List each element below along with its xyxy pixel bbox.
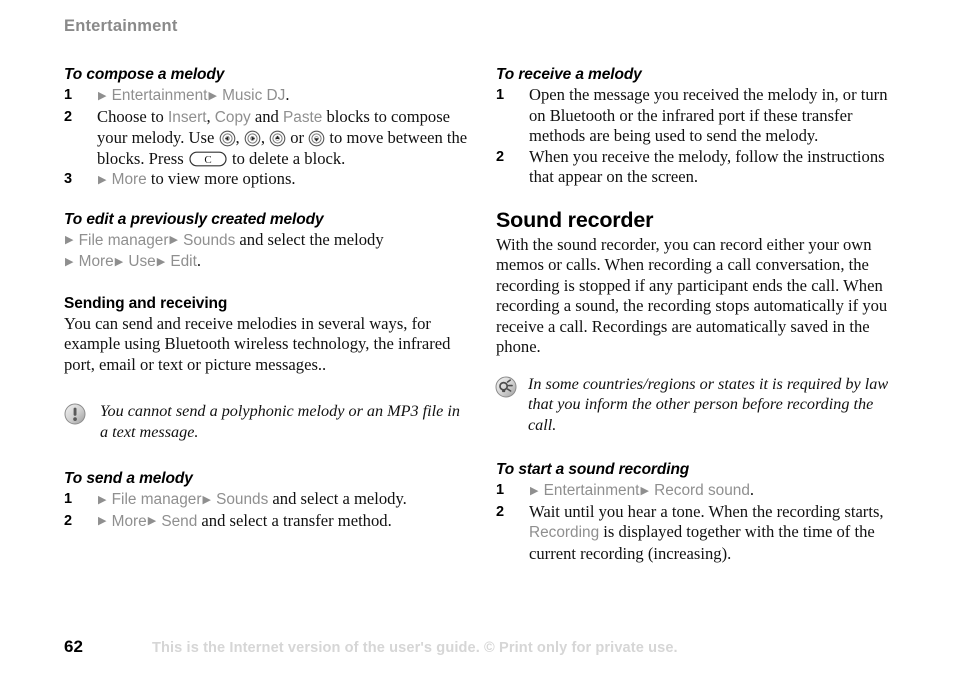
procedure-line: ▶ More▶ Use▶ Edit. bbox=[65, 251, 202, 270]
ui-term: Use bbox=[128, 253, 156, 270]
tip-bulb-icon bbox=[495, 376, 517, 398]
ui-term: Entertainment bbox=[543, 482, 640, 499]
menu-arrow-icon: ▶ bbox=[147, 515, 157, 527]
ui-term: Sounds bbox=[216, 491, 269, 508]
steps-send-melody: 1 ▶ File manager▶ Sounds and select a mel… bbox=[64, 489, 468, 532]
ui-term: Send bbox=[161, 512, 198, 530]
step-number: 2 bbox=[496, 148, 505, 165]
step-number: 2 bbox=[64, 108, 73, 125]
ui-term: Entertainment bbox=[111, 87, 208, 104]
menu-arrow-icon: ▶ bbox=[202, 493, 211, 506]
menu-arrow-icon: ▶ bbox=[65, 255, 74, 268]
ui-term: More bbox=[111, 512, 147, 530]
procedure-step: 1 ▶ Entertainment▶ Music DJ. bbox=[64, 85, 290, 104]
menu-arrow-icon: ▶ bbox=[156, 255, 166, 268]
procedure-title-send-melody: To send a melody bbox=[64, 470, 193, 487]
right-column: To receive a melody 1 Open the message yo… bbox=[495, 66, 900, 564]
steps-receive-melody: 1 Open the message you received the melod… bbox=[496, 85, 900, 188]
menu-arrow-icon: ▶ bbox=[98, 515, 107, 527]
procedure-step: 3 ▶ More to view more options. bbox=[64, 169, 296, 188]
steps-compose-melody: 1 ▶ Entertainment▶ Music DJ. 2 Choose to In… bbox=[64, 85, 468, 191]
ui-term: Paste bbox=[283, 108, 323, 126]
ui-term: Insert bbox=[168, 108, 207, 126]
ui-term: File manager bbox=[111, 491, 202, 508]
user-guide-page: Entertainment To compose a melody 1 ▶ Ent… bbox=[0, 0, 954, 677]
procedure-step: 2 ▶ More▶ Send and select a transfer meth… bbox=[64, 510, 392, 530]
procedure-title-compose-melody: To compose a melody bbox=[64, 66, 225, 83]
step-number: 1 bbox=[64, 87, 73, 103]
step-number: 1 bbox=[496, 87, 505, 103]
ui-term: Music DJ bbox=[222, 87, 286, 104]
ui-term: Edit bbox=[170, 253, 197, 270]
left-column: To compose a melody 1 ▶ Entertainment▶ Mu… bbox=[64, 66, 468, 532]
procedure-step: 1 Open the message you received the melod… bbox=[496, 85, 888, 145]
note-text: You cannot send a polyphonic melody or a… bbox=[100, 402, 460, 441]
note-polyphonic-melody: You cannot send a polyphonic melody or a… bbox=[64, 401, 468, 442]
procedure-title-edit-melody: To edit a previously created melody bbox=[64, 210, 324, 228]
page-number: 62 bbox=[64, 637, 83, 656]
footer-notice: This is the Internet version of the user… bbox=[152, 640, 678, 656]
step-number: 3 bbox=[64, 171, 73, 187]
ui-term: Record sound bbox=[654, 482, 750, 499]
procedure-title-receive-melody: To receive a melody bbox=[496, 66, 642, 83]
procedure-step: 2 Wait until you hear a tone. When the re… bbox=[496, 501, 884, 563]
nav-key-left-icon bbox=[219, 130, 236, 147]
exclamation-note-icon bbox=[64, 403, 86, 425]
menu-arrow-icon: ▶ bbox=[98, 89, 107, 102]
procedure-line: ▶ File manager▶ Sounds and select the me… bbox=[65, 229, 384, 249]
procedure-step: 1 ▶ Entertainment▶ Record sound. bbox=[496, 480, 755, 499]
procedure-title-start-sound-recording: To start a sound recording bbox=[496, 461, 690, 478]
page-footer: 62 This is the Internet version of the u… bbox=[0, 637, 954, 659]
step-number: 2 bbox=[64, 512, 73, 529]
running-header: Entertainment bbox=[64, 17, 178, 35]
step-number: 1 bbox=[496, 482, 505, 498]
section-title-sound-recorder: Sound recorder bbox=[496, 207, 654, 232]
paragraph-sound-recorder: With the sound recorder, you can record … bbox=[496, 234, 888, 357]
ui-term: More bbox=[111, 171, 147, 188]
ui-term: File manager bbox=[78, 231, 169, 249]
menu-arrow-icon: ▶ bbox=[65, 234, 74, 246]
tip-text: In some countries/regions or states it i… bbox=[528, 374, 889, 434]
tip-recording-law: In some countries/regions or states it i… bbox=[495, 374, 900, 436]
step-number: 1 bbox=[64, 491, 73, 507]
ui-term: Copy bbox=[214, 108, 251, 126]
clear-key-icon: C bbox=[189, 151, 227, 167]
menu-arrow-icon: ▶ bbox=[98, 173, 107, 186]
paragraph-sending-receiving: You can send and receive melodies in sev… bbox=[64, 313, 451, 374]
ui-term: Sounds bbox=[183, 231, 236, 249]
menu-arrow-icon: ▶ bbox=[98, 493, 107, 506]
menu-arrow-icon: ▶ bbox=[640, 484, 649, 497]
procedure-step: 2 When you receive the melody, follow the… bbox=[496, 146, 885, 187]
procedure-step: 1 ▶ File manager▶ Sounds and select a mel… bbox=[64, 489, 407, 508]
procedure-step: 2 Choose to Insert, Copy and Paste blocks… bbox=[64, 106, 468, 168]
lines-edit-melody: ▶ File manager▶ Sounds and select the me… bbox=[64, 230, 468, 273]
nav-key-down-icon bbox=[308, 130, 325, 147]
step-number: 2 bbox=[496, 503, 505, 520]
menu-arrow-icon: ▶ bbox=[208, 89, 217, 102]
nav-key-right-icon bbox=[244, 130, 261, 147]
menu-arrow-icon: ▶ bbox=[114, 255, 124, 268]
menu-arrow-icon: ▶ bbox=[169, 234, 178, 246]
svg-text:C: C bbox=[204, 154, 211, 166]
ui-term: Recording bbox=[529, 524, 600, 541]
ui-term: More bbox=[78, 253, 114, 270]
menu-arrow-icon: ▶ bbox=[530, 484, 539, 497]
steps-start-sound-recording: 1 ▶ Entertainment▶ Record sound. 2 Wait unt… bbox=[496, 480, 900, 564]
nav-key-up-icon bbox=[269, 130, 286, 147]
subsection-title-sending-receiving: Sending and receiving bbox=[64, 294, 228, 312]
